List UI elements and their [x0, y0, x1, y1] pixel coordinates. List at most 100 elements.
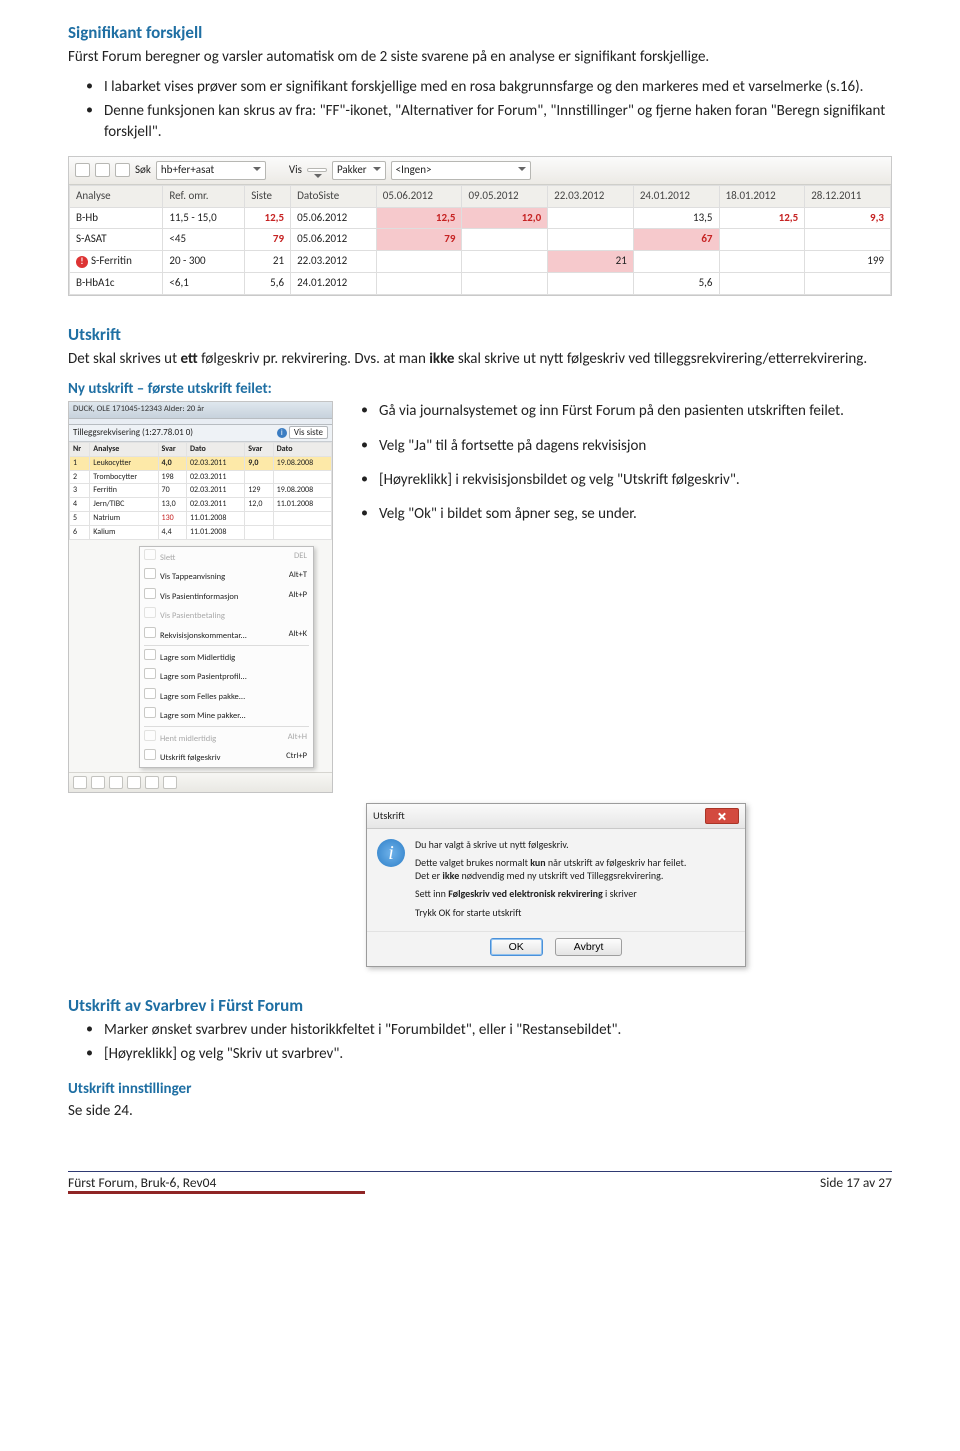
shortcut: DEL	[294, 551, 307, 562]
value-cell: 21	[548, 251, 634, 273]
info-icon[interactable]: i	[277, 428, 287, 438]
shortcut: Alt+P	[289, 590, 307, 601]
value-cell: 5,6	[633, 273, 719, 295]
heading-utskrift: Utskrift	[68, 324, 892, 347]
utskrift-text: Det skal skrives ut ett følgeskriv pr. r…	[68, 349, 892, 369]
cell: 11.01.2008	[186, 525, 244, 539]
menu-item[interactable]: Vis PasientinformasjonAlt+P	[140, 586, 313, 605]
utskrift-dialog: Utskrift i Du har valgt å skrive ut nytt…	[366, 803, 746, 968]
dlg-line: Sett inn Følgeskriv ved elektronisk rekv…	[415, 888, 686, 901]
menu-icon	[144, 588, 156, 599]
cell: Ferritin	[90, 484, 158, 498]
col-header: Analyse	[90, 443, 158, 457]
foot-icon[interactable]	[163, 776, 177, 789]
instr-b4: Velg "Ok" i bildet som åpner seg, se und…	[361, 504, 892, 524]
foot-icon[interactable]	[145, 776, 159, 789]
sub-ny-utskrift: Ny utskrift – første utskrift feilet:	[68, 379, 892, 399]
menu-icon	[144, 749, 156, 760]
sub-innstillinger: Utskrift innstillinger	[68, 1079, 892, 1099]
sec1-b1: I labarket vises prøver som er signifika…	[86, 77, 892, 97]
print-icon[interactable]	[75, 163, 90, 177]
col-header: Svar	[245, 443, 273, 457]
dato-cell: 24.01.2012	[291, 273, 377, 295]
instr-b1: Gå via journalsystemet og inn Fürst Foru…	[361, 401, 892, 421]
cell: 19.08.2008	[273, 456, 331, 470]
footer-left: Fürst Forum, Bruk-6, Rev04	[68, 1174, 216, 1192]
pakker-value[interactable]: <Ingen>	[391, 161, 531, 180]
sec3-bullets: Marker ønsket svarbrev under historikkfe…	[86, 1020, 892, 1065]
search-input[interactable]: hb+fer+asat	[156, 161, 266, 180]
foot-icon[interactable]	[91, 776, 105, 789]
siste-cell: 12,5	[245, 207, 291, 229]
menu-item[interactable]: Lagre som Pasientprofil...	[140, 666, 313, 685]
context-menu: SlettDELVis TappeanvisningAlt+TVis Pasie…	[139, 546, 314, 768]
dato-cell: 05.06.2012	[291, 229, 377, 251]
labark-toolbar: Søk hb+fer+asat Vis Pakker <Ingen>	[69, 157, 891, 185]
shortcut: Alt+K	[289, 629, 307, 640]
ok-button[interactable]: OK	[490, 938, 543, 956]
sec1-bullets: I labarket vises prøver som er signifika…	[86, 77, 892, 142]
t: Det skal skrives ut	[68, 350, 180, 368]
cell	[273, 470, 331, 484]
vis-dropdown[interactable]	[307, 168, 327, 172]
vis-siste-button[interactable]: Vis siste	[289, 426, 328, 439]
foot-icon[interactable]	[73, 776, 87, 789]
sub-panel: Tilleggsrekvisering (1:27.78.01 0) i Vis…	[69, 425, 332, 442]
cell: 9,0	[245, 456, 273, 470]
foot-icon[interactable]	[109, 776, 123, 789]
menu-item: Hent midlertidigAlt+H	[140, 728, 313, 747]
menu-item[interactable]: Lagre som Mine pakker...	[140, 705, 313, 724]
menu-icon	[144, 568, 156, 579]
cell: Kalium	[90, 525, 158, 539]
dialog-title: Utskrift	[373, 809, 405, 823]
vis-label: Vis	[289, 163, 302, 178]
menu-icon	[144, 649, 156, 660]
col-header: DatoSiste	[291, 185, 377, 207]
cell: 02.03.2011	[186, 484, 244, 498]
instruction-bullets: Gå via journalsystemet og inn Fürst Foru…	[355, 401, 892, 538]
cell: 02.03.2011	[186, 498, 244, 512]
menu-icon	[144, 627, 156, 638]
foot-icon[interactable]	[127, 776, 141, 789]
cell: 13,0	[158, 498, 186, 512]
t-bold: ett	[180, 350, 197, 368]
cell: 198	[158, 470, 186, 484]
sec1-b2: Denne funksjonen kan skrus av fra: "FF"-…	[86, 101, 892, 142]
pakker-button[interactable]: Pakker	[332, 161, 386, 180]
menu-item[interactable]: Lagre som Felles pakke...	[140, 686, 313, 705]
close-icon[interactable]	[705, 808, 739, 824]
cell: Leukocytter	[90, 456, 158, 470]
value-cell	[462, 273, 548, 295]
se-side: Se side 24.	[68, 1101, 892, 1121]
avbryt-button[interactable]: Avbryt	[555, 938, 623, 956]
col-header: 28.12.2011	[805, 185, 891, 207]
menu-icon	[144, 707, 156, 718]
cell: 70	[158, 484, 186, 498]
dato-cell: 05.06.2012	[291, 207, 377, 229]
cell: Jern/TIBC	[90, 498, 158, 512]
col-header: Nr	[70, 443, 90, 457]
intro-text: Fürst Forum beregner og varsler automati…	[68, 47, 892, 67]
siste-cell: 21	[245, 251, 291, 273]
menu-item[interactable]: Vis TappeanvisningAlt+T	[140, 566, 313, 585]
menu-item[interactable]: Lagre som Midlertidig	[140, 647, 313, 666]
cell: 2	[70, 470, 90, 484]
patient-header: DUCK, OLE 171045-12343 Alder: 20 år	[69, 402, 332, 418]
value-cell	[719, 251, 805, 273]
col-header: 22.03.2012	[548, 185, 634, 207]
menu-item[interactable]: Rekvisisjonskommentar...Alt+K	[140, 625, 313, 644]
menu-item[interactable]: Utskrift følgeskrivCtrl+P	[140, 747, 313, 766]
sub-title: Tilleggsrekvisering (1:27.78.01 0)	[73, 427, 193, 439]
ref-cell: <45	[163, 229, 245, 251]
cell: 19.08.2008	[273, 484, 331, 498]
dato-cell: 22.03.2012	[291, 251, 377, 273]
col-header: Dato	[273, 443, 331, 457]
t: følgeskriv pr. rekvirering. Dvs. at man	[198, 350, 429, 368]
mail-icon[interactable]	[95, 163, 110, 177]
warn-icon: !	[76, 256, 88, 268]
search-icon[interactable]	[115, 163, 130, 177]
instr-b3: [Høyreklikk] i rekvisisjonsbildet og vel…	[361, 470, 892, 490]
cell: 3	[70, 484, 90, 498]
ref-cell: <6,1	[163, 273, 245, 295]
analyse-cell: !S-Ferritin	[70, 251, 163, 273]
